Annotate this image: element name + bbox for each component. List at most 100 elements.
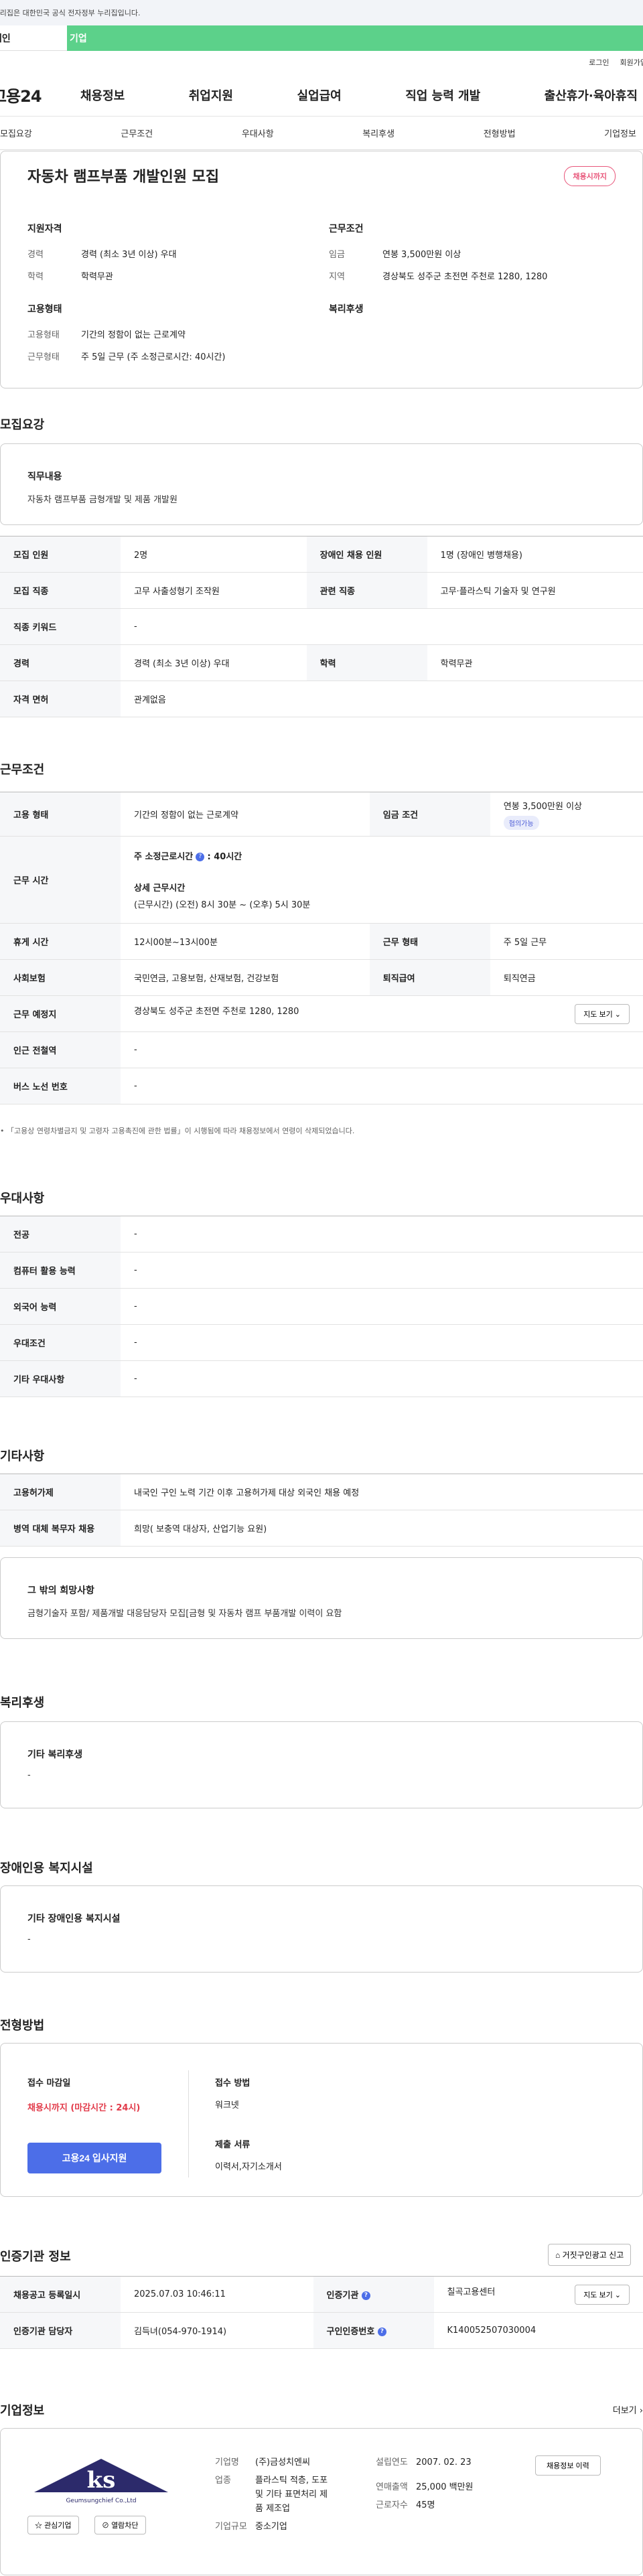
anchor-selection[interactable]: 전형방법 <box>484 127 516 139</box>
table-header-cell: 구인인증번호 ? <box>313 2312 434 2349</box>
cert-map-button[interactable]: 지도 보기 ⌄ <box>575 2284 630 2305</box>
svg-text:Geumsungchief Co.,Ltd: Geumsungchief Co.,Ltd <box>66 2498 136 2504</box>
table-cell: 김득녀(054-970-1914) <box>121 2312 313 2349</box>
block-company-button[interactable]: ⊘ 열람차단 <box>94 2516 146 2534</box>
table-cell: 학력무관 <box>427 644 643 681</box>
welfare-box: 기타 복리후생 - <box>0 1721 643 1808</box>
map-button[interactable]: 지도 보기 ⌄ <box>575 1003 630 1024</box>
anchor-welfare[interactable]: 복리후생 <box>362 127 395 139</box>
section-heading-disabled: 장애인용 복지시설 <box>0 1861 93 1875</box>
table-header-cell: 외국어 능력 <box>0 1288 121 1325</box>
table-row: 근무 예정지 경상북도 성주군 초전면 주천로 1280, 1280 지도 보기 ⌄ <box>0 995 643 1032</box>
table-header-cell: 인증기관 ? <box>313 2276 434 2313</box>
work-table: 고용 형태 기간의 정함이 없는 근로계약 임금 조건 연봉 3,500만원 이상 협의… <box>0 792 643 1104</box>
anchor-work-cond[interactable]: 근무조건 <box>121 127 153 139</box>
table-header-cell: 컴퓨터 활용 능력 <box>0 1252 121 1289</box>
table-cell: 관계없음 <box>121 681 643 717</box>
table-row: 모집 인원 2명 장애인 채용 인원 1명 (장애인 병행채용) <box>0 536 643 573</box>
summary-qualification: 지원자격 경력 경력 (최소 3년 이상) 우대 학력 학력무관 <box>27 224 177 282</box>
section-heading-recruit: 모집요강 <box>0 418 45 432</box>
disabled-box: 기타 장애인용 복지시설 - <box>0 1885 643 1973</box>
gnb-item-job-training[interactable]: 직업 능력 개발 <box>405 86 480 104</box>
gnb-menu: 채용정보 취업지원 실업급여 직업 능력 개발 출산휴가·육아휴직 <box>80 86 643 104</box>
table-row: 외국어 능력 - <box>0 1288 643 1325</box>
help-icon[interactable]: ? <box>361 2291 370 2300</box>
section-heading-welfare: 복리후생 <box>0 1696 45 1710</box>
section-heading-selection: 전형방법 <box>0 2019 45 2033</box>
etc-table: 고용허가제 내국인 구인 노력 기간 이후 고용허가제 대상 외국인 채용 예정 … <box>0 1474 643 1547</box>
divider <box>188 2070 189 2177</box>
site-logo[interactable]: 고용24 <box>0 83 80 106</box>
section-heading-pref: 우대사항 <box>0 1192 45 1206</box>
help-icon[interactable]: ? <box>377 2328 386 2336</box>
table-header-cell: 인근 전철역 <box>0 1031 121 1068</box>
favorite-company-button[interactable]: ☆ 관심기업 <box>27 2516 79 2534</box>
company-more-link[interactable]: 더보기 › <box>613 2403 643 2416</box>
tab-corporate[interactable]: 기업 <box>67 25 643 51</box>
table-cell: 퇴직연금 <box>490 959 643 996</box>
company-logo-mark: ks Geumsungchief Co.,Ltd <box>34 2459 168 2504</box>
apply-button[interactable]: 고용24 입사지원 <box>27 2143 161 2173</box>
table-header-cell: 기타 우대사항 <box>0 1360 121 1397</box>
gnb-item-jobs[interactable]: 채용정보 <box>80 86 125 104</box>
table-cell: 칠곡고용센터 지도 보기 ⌄ <box>433 2276 643 2313</box>
company-logo: ks Geumsungchief Co.,Ltd <box>27 2455 175 2509</box>
section-heading-etc: 기타사항 <box>0 1449 45 1463</box>
table-header-cell: 인증기관 담당자 <box>0 2312 121 2349</box>
star-icon: ☆ <box>35 2522 42 2530</box>
table-row: 직종 키워드 - <box>0 608 643 645</box>
svg-text:ks: ks <box>87 2467 116 2494</box>
table-header-cell: 전공 <box>0 1216 121 1253</box>
table-header-cell: 장애인 채용 인원 <box>306 536 427 573</box>
report-fake-ad-button[interactable]: ⌂ 거짓구인광고 신고 <box>548 2244 632 2266</box>
table-cell: - <box>121 1252 643 1289</box>
table-row: 병역 대체 복무자 채용 희망( 보충역 대상자, 산업기능 요원) <box>0 1510 643 1547</box>
table-row: 사회보험 국민연금, 고용보험, 산재보험, 건강보험 퇴직급여 퇴직연금 <box>0 959 643 996</box>
house-icon: ⌂ <box>555 2250 561 2260</box>
signup-link[interactable]: 회원가입 <box>620 57 643 68</box>
table-cell: 국민연금, 고용보험, 산재보험, 건강보험 <box>121 959 370 996</box>
user-type-tabs: 개인 기업 <box>0 25 643 51</box>
recruit-table: 모집 인원 2명 장애인 채용 인원 1명 (장애인 병행채용) 모집 직종 고무 사출… <box>0 536 643 717</box>
anchor-subnav: 모집요강 근무조건 우대사항 복리후생 전형방법 기업정보 <box>0 117 643 150</box>
job-history-button[interactable]: 채용정보 이력 <box>535 2455 601 2476</box>
table-row: 컴퓨터 활용 능력 - <box>0 1252 643 1289</box>
table-cell: - <box>121 608 643 645</box>
table-row: 우대조건 - <box>0 1324 643 1361</box>
table-row: 휴게 시간 12시00분~13시00분 근무 형태 주 5일 근무 <box>0 923 643 960</box>
table-row: 고용 형태 기간의 정함이 없는 근로계약 임금 조건 연봉 3,500만원 이상 협의… <box>0 792 643 837</box>
table-cell: K140052507030004 <box>433 2312 643 2349</box>
chevron-down-icon: ⌄ <box>614 2291 621 2299</box>
table-cell: 12시00분~13시00분 <box>121 923 370 960</box>
help-icon[interactable]: ? <box>196 853 205 861</box>
table-header-cell: 버스 노선 번호 <box>0 1068 121 1104</box>
tab-individual[interactable]: 개인 <box>0 25 67 51</box>
table-row: 버스 노선 번호 - <box>0 1068 643 1104</box>
table-row: 근무 시간 주 소정근로시간 ? : 40시간 상세 근무시간 (근무시간) (… <box>0 836 643 924</box>
anchor-recruit[interactable]: 모집요강 <box>0 127 32 139</box>
gov-notice-bar: 이 누리집은 대한민국 공식 전자정부 누리집입니다. <box>0 0 643 25</box>
table-header-cell: 고용허가제 <box>0 1474 121 1510</box>
chevron-down-icon: ⌄ <box>614 1010 621 1019</box>
table-cell: 2025.07.03 10:46:11 <box>121 2276 313 2313</box>
gov-notice-text: 이 누리집은 대한민국 공식 전자정부 누리집입니다. <box>0 9 141 17</box>
anchor-pref[interactable]: 우대사항 <box>242 127 274 139</box>
table-row: 전공 - <box>0 1216 643 1253</box>
block-icon: ⊘ <box>102 2522 109 2530</box>
company-info-right: 설립연도 2007. 02. 23 연매출액 25,000 백만원 근로자수 45명 <box>376 2457 474 2510</box>
page: 이 누리집은 대한민국 공식 전자정부 누리집입니다. 개인 기업 로그인 회원… <box>0 0 643 2576</box>
gnb-item-unemployment-benefit[interactable]: 실업급여 <box>297 86 342 104</box>
pref-table: 전공 - 컴퓨터 활용 능력 - 외국어 능력 - 우대조건 - 기타 우대사항 - <box>0 1216 643 1397</box>
chevron-right-icon: › <box>639 2406 643 2416</box>
global-nav: 고용24 채용정보 취업지원 실업급여 직업 능력 개발 출산휴가·육아휴직 <box>0 74 643 117</box>
gnb-item-maternity-leave[interactable]: 출산휴가·육아휴직 <box>545 86 638 104</box>
table-row: 채용공고 등록일시 2025.07.03 10:46:11 인증기관 ? 칠곡고용센터… <box>0 2276 643 2313</box>
anchor-company[interactable]: 기업정보 <box>604 127 636 139</box>
gnb-item-employment-support[interactable]: 취업지원 <box>189 86 233 104</box>
table-header-cell: 퇴직급여 <box>369 959 490 996</box>
table-row: 기타 우대사항 - <box>0 1360 643 1397</box>
login-link[interactable]: 로그인 <box>589 57 609 68</box>
table-cell: - <box>121 1031 643 1068</box>
table-header-cell: 학력 <box>306 644 427 681</box>
summary-work-conditions: 근무조건 임금 연봉 3,500만원 이상 지역 경상북도 성주군 초전면 주천로 … <box>329 224 548 282</box>
